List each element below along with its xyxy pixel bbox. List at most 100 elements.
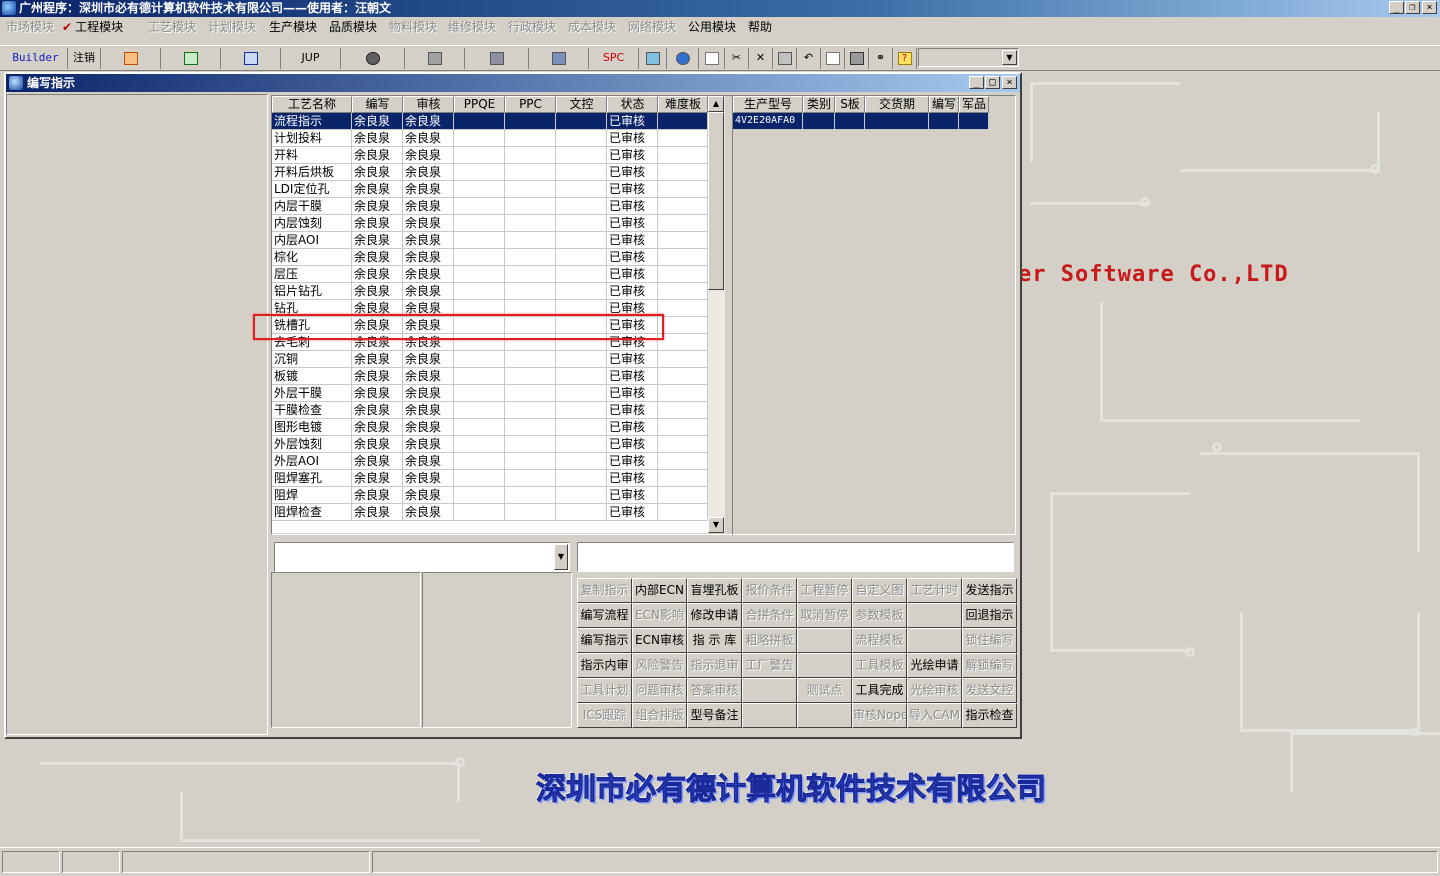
process-row[interactable]: LDI定位孔 余良泉 余良泉 已审核	[272, 181, 708, 198]
menu-quality[interactable]: 品质模块	[329, 19, 377, 35]
find-button[interactable]: ⚭	[869, 48, 893, 69]
action-button[interactable]: 自定义图	[852, 578, 907, 603]
menu-planning[interactable]: 计划模块	[208, 19, 256, 35]
process-grid-scrollbar[interactable]: ▲ ▼	[708, 96, 725, 533]
process-row[interactable]: 内层干膜 余良泉 余良泉 已审核	[272, 198, 708, 215]
restore-button[interactable]: ❐	[1405, 1, 1420, 14]
action-button[interactable]: 工艺计时	[907, 578, 962, 603]
model-column-header[interactable]: 交货期	[865, 96, 929, 113]
action-button[interactable]: 修改申请	[687, 603, 742, 628]
action-button[interactable]: 盲埋孔板	[687, 578, 742, 603]
process-column-header[interactable]: 审核	[403, 96, 454, 113]
action-button[interactable]: 解锁编写	[962, 653, 1017, 678]
action-button[interactable]: 光绘审核	[907, 678, 962, 703]
action-button[interactable]: 报价条件	[742, 578, 797, 603]
menu-production[interactable]: 生产模块	[269, 19, 317, 35]
network-tool-button[interactable]	[465, 48, 529, 69]
action-button[interactable]: 工具完成	[852, 678, 907, 703]
print-button[interactable]	[845, 48, 869, 69]
action-button[interactable]: 编写流程	[577, 603, 632, 628]
action-button[interactable]: 发送指示	[962, 578, 1017, 603]
action-button[interactable]: ICS跟踪	[577, 703, 632, 728]
action-button[interactable]: 参数模板	[852, 603, 907, 628]
model-column-header[interactable]: 类别	[803, 96, 835, 113]
new-button[interactable]	[699, 48, 725, 69]
scroll-up-icon[interactable]: ▲	[708, 96, 724, 112]
preview-button[interactable]	[821, 48, 845, 69]
action-button[interactable]: 回退指示	[962, 603, 1017, 628]
action-button[interactable]: 测试点	[797, 678, 852, 703]
child-close-button[interactable]: ×	[1002, 76, 1017, 89]
process-row[interactable]: 开料 余良泉 余良泉 已审核	[272, 147, 708, 164]
menu-common[interactable]: 公用模块	[688, 19, 736, 35]
process-row[interactable]: 图形电镀 余良泉 余良泉 已审核	[272, 419, 708, 436]
model-column-header[interactable]: S板	[835, 96, 865, 113]
jup-button[interactable]: JUP	[281, 48, 341, 69]
scroll-down-icon[interactable]: ▼	[708, 517, 724, 533]
process-row[interactable]: 外层蚀刻 余良泉 余良泉 已审核	[272, 436, 708, 453]
model-column-header[interactable]: 军品	[959, 96, 989, 113]
action-button[interactable]: 风险警告	[632, 653, 687, 678]
action-button[interactable]: ECN影响	[632, 603, 687, 628]
process-column-header[interactable]: 工艺名称	[272, 96, 352, 113]
menu-help[interactable]: 帮助	[748, 19, 772, 35]
action-button[interactable]: ECN审核	[632, 628, 687, 653]
process-row[interactable]: 阻焊塞孔 余良泉 余良泉 已审核	[272, 470, 708, 487]
menu-material[interactable]: 物料模块	[389, 19, 437, 35]
process-row[interactable]: 板镀 余良泉 余良泉 已审核	[272, 368, 708, 385]
word-button[interactable]	[221, 48, 281, 69]
action-button[interactable]: 合拼条件	[742, 603, 797, 628]
minimize-button[interactable]: _	[1389, 1, 1404, 14]
chevron-down-icon[interactable]: ▼	[554, 544, 568, 570]
menu-engineering[interactable]: ✔ 工程模块	[62, 19, 123, 35]
process-row[interactable]: 流程指示 余良泉 余良泉 已审核	[272, 113, 708, 130]
menu-maintenance[interactable]: 维修模块	[448, 19, 496, 35]
process-row[interactable]: 铝片钻孔 余良泉 余良泉 已审核	[272, 283, 708, 300]
action-button[interactable]: 工程暂停	[797, 578, 852, 603]
process-row[interactable]: 干膜检查 余良泉 余良泉 已审核	[272, 402, 708, 419]
browser-button[interactable]	[667, 48, 699, 69]
action-button[interactable]: 型号备注	[687, 703, 742, 728]
process-row[interactable]: 阻焊 余良泉 余良泉 已审核	[272, 487, 708, 504]
process-row[interactable]: 开料后烘板 余良泉 余良泉 已审核	[272, 164, 708, 181]
undo-button[interactable]: ↶	[797, 48, 821, 69]
action-button[interactable]: 光绘申请	[907, 653, 962, 678]
process-column-header[interactable]: PPC	[505, 96, 556, 113]
logout-button[interactable]: 注销	[68, 48, 101, 69]
excel-button[interactable]	[161, 48, 221, 69]
right-text-field[interactable]	[577, 542, 1014, 572]
process-row[interactable]: 外层AOI 余良泉 余良泉 已审核	[272, 453, 708, 470]
process-column-header[interactable]: 难度板	[658, 96, 708, 113]
action-button[interactable]: 粗略拼板	[742, 628, 797, 653]
action-button[interactable]: 组合排版	[632, 703, 687, 728]
cut-button[interactable]: ✂	[725, 48, 749, 69]
delete-button[interactable]: ✕	[749, 48, 773, 69]
action-button[interactable]: 编写指示	[577, 628, 632, 653]
model-row[interactable]: 4V2E20AFA0	[733, 113, 989, 130]
refresh-button[interactable]	[639, 48, 667, 69]
save-button[interactable]	[773, 48, 797, 69]
action-button[interactable]: 指示内审	[577, 653, 632, 678]
process-row[interactable]: 沉铜 余良泉 余良泉 已审核	[272, 351, 708, 368]
action-button[interactable]: 发送文控	[962, 678, 1017, 703]
action-button[interactable]: 工具计划	[577, 678, 632, 703]
menu-cost[interactable]: 成本模块	[568, 19, 616, 35]
menu-admin[interactable]: 行政模块	[508, 19, 556, 35]
action-button[interactable]: 复制指示	[577, 578, 632, 603]
process-row[interactable]: 内层蚀刻 余良泉 余良泉 已审核	[272, 215, 708, 232]
process-row[interactable]: 层压 余良泉 余良泉 已审核	[272, 266, 708, 283]
action-button[interactable]: 工具模板	[852, 653, 907, 678]
process-row[interactable]: 内层AOI 余良泉 余良泉 已审核	[272, 232, 708, 249]
builder-button[interactable]: Builder	[4, 48, 68, 69]
action-button[interactable]: 内部ECN	[632, 578, 687, 603]
help-button[interactable]: ?	[893, 48, 917, 69]
model-column-header[interactable]: 生产型号	[733, 96, 803, 113]
menu-market[interactable]: 市场模块	[6, 19, 54, 35]
left-combo[interactable]: ▼	[274, 542, 570, 572]
action-button[interactable]: 指 示 库	[687, 628, 742, 653]
process-row[interactable]: 计划投料 余良泉 余良泉 已审核	[272, 130, 708, 147]
powerpoint-button[interactable]	[101, 48, 161, 69]
computer-button[interactable]	[529, 48, 589, 69]
model-column-header[interactable]: 编写	[929, 96, 959, 113]
action-button[interactable]: 指示检查	[962, 703, 1017, 728]
